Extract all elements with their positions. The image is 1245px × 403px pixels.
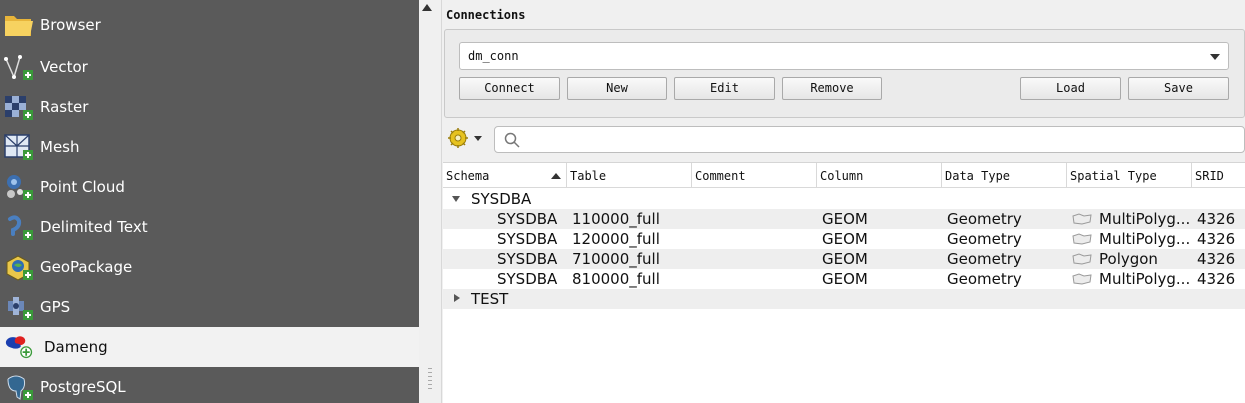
raster-add-icon [5,96,33,120]
cell-srid: 4326 [1197,250,1236,268]
cell-table: 810000_full [572,270,660,288]
cell-column: GEOM [822,250,868,268]
cell-data-type: Geometry [947,250,1022,268]
scroll-up-arrow-icon[interactable] [422,4,432,11]
connect-button[interactable]: Connect [459,77,560,100]
cell-column: GEOM [822,210,868,228]
cell-schema: SYSDBA [497,210,558,228]
geopackage-add-icon [6,255,33,281]
table-row[interactable]: SYSDBA 110000_full GEOM Geometry MultiPo… [443,209,1245,229]
options-button[interactable] [447,127,487,151]
column-header-schema[interactable]: Schema [443,163,567,188]
sidebar-item-geopackage[interactable]: GeoPackage [0,247,419,287]
table-header: Schema Table Comment Column Data Type Sp… [443,163,1245,188]
polygon-icon [1072,253,1092,265]
data-source-sidebar: Browser Vector Raster Mesh Point Cloud D… [0,0,419,403]
column-header-data-type[interactable]: Data Type [942,163,1067,188]
folder-icon [5,16,33,36]
table-row[interactable]: SYSDBA 710000_full GEOM Geometry Polygon… [443,249,1245,269]
connections-group: dm_conn Connect New Edit Remove Load Sav… [444,29,1245,118]
sidebar-item-dameng[interactable]: Dameng [0,327,419,367]
sidebar-item-label: Dameng [44,338,108,356]
load-button[interactable]: Load [1020,77,1121,100]
sidebar-item-browser[interactable]: Browser [0,5,419,45]
gear-icon [448,128,482,148]
table-row[interactable]: SYSDBA 120000_full GEOM Geometry MultiPo… [443,229,1245,249]
cell-data-type: Geometry [947,210,1022,228]
column-header-spatial-type[interactable]: Spatial Type [1067,163,1192,188]
group-name: SYSDBA [471,190,532,208]
splitter-grip[interactable] [428,368,432,390]
postgresql-add-icon [7,375,33,400]
delimited-text-add-icon [8,215,33,240]
cell-srid: 4326 [1197,210,1236,228]
save-button[interactable]: Save [1128,77,1229,100]
sidebar-item-gps[interactable]: GPS [0,287,419,327]
cell-table: 110000_full [572,210,660,228]
sidebar-item-label: Browser [40,16,101,34]
cell-table: 120000_full [572,230,660,248]
column-header-srid[interactable]: SRID [1192,163,1245,188]
cell-spatial-type: MultiPolyg... [1099,210,1191,228]
edit-button[interactable]: Edit [674,77,775,100]
vector-add-icon [4,55,33,80]
sidebar-item-label: GPS [40,298,71,316]
cell-column: GEOM [822,230,868,248]
sidebar-item-point-cloud[interactable]: Point Cloud [0,167,419,207]
cell-spatial-type: Polygon [1099,250,1158,268]
gps-add-icon [8,297,33,320]
sidebar-item-label: Raster [40,98,89,116]
collapse-arrow-icon[interactable] [454,294,460,302]
sidebar-item-label: PostgreSQL [40,378,126,396]
group-name: TEST [471,290,509,308]
connections-title: Connections [446,8,526,22]
cell-spatial-type: MultiPolyg... [1099,230,1191,248]
sidebar-item-mesh[interactable]: Mesh [0,127,419,167]
sidebar-item-label: Delimited Text [40,218,148,236]
data-source-manager-panel: Connections dm_conn Connect New Edit Rem… [443,0,1245,403]
column-header-column[interactable]: Column [817,163,942,188]
panel-splitter[interactable] [419,0,442,403]
cell-schema: SYSDBA [497,250,558,268]
expand-arrow-icon[interactable] [452,196,460,202]
remove-button[interactable]: Remove [782,77,882,100]
cell-srid: 4326 [1197,230,1236,248]
sidebar-item-label: Vector [40,58,88,76]
sidebar-item-label: Point Cloud [40,178,125,196]
sort-ascending-icon [551,173,561,179]
mesh-add-icon [4,134,33,160]
cell-schema: SYSDBA [497,270,558,288]
connection-select-value: dm_conn [468,49,519,63]
new-button[interactable]: New [567,77,667,100]
cell-srid: 4326 [1197,270,1236,288]
point-cloud-add-icon [7,175,33,200]
tree-group-row[interactable]: TEST [443,289,1245,309]
table-row[interactable]: SYSDBA 810000_full GEOM Geometry MultiPo… [443,269,1245,289]
cell-column: GEOM [822,270,868,288]
sidebar-item-postgresql[interactable]: PostgreSQL [0,367,419,403]
sidebar-item-label: GeoPackage [40,258,133,276]
cell-spatial-type: MultiPolyg... [1099,270,1191,288]
cell-data-type: Geometry [947,270,1022,288]
chevron-down-icon [1210,54,1220,60]
search-icon [504,132,520,148]
column-header-comment[interactable]: Comment [692,163,817,188]
cell-schema: SYSDBA [497,230,558,248]
polygon-icon [1072,213,1092,225]
dameng-add-icon [5,336,33,359]
cell-table: 710000_full [572,250,660,268]
tree-group-row[interactable]: SYSDBA [443,189,1245,209]
sidebar-item-delimited-text[interactable]: Delimited Text [0,207,419,247]
cell-data-type: Geometry [947,230,1022,248]
polygon-icon [1072,233,1092,245]
sidebar-item-vector[interactable]: Vector [0,47,419,87]
column-header-table[interactable]: Table [567,163,692,188]
sidebar-item-raster[interactable]: Raster [0,87,419,127]
polygon-icon [1072,273,1092,285]
sidebar-item-label: Mesh [40,138,80,156]
layers-tree-table[interactable]: Schema Table Comment Column Data Type Sp… [443,162,1245,403]
search-input[interactable] [494,126,1245,153]
connection-select[interactable]: dm_conn [459,42,1229,70]
